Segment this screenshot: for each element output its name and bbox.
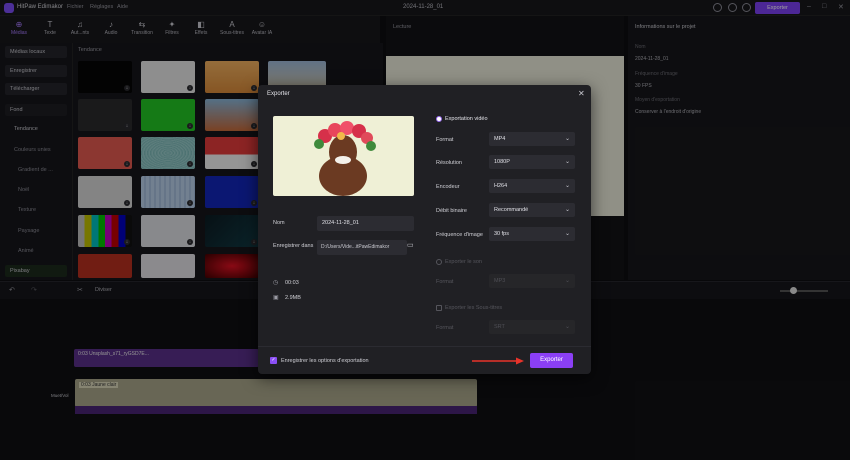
framerate-select[interactable]: 30 fps ⌄ <box>489 227 575 241</box>
chevron-down-icon: ⌄ <box>564 324 570 330</box>
dialog-left-column: Nom 2024-11-28_01 Enregistrer dans D:/Us… <box>266 107 424 345</box>
clock-icon: ◷ <box>273 280 279 286</box>
audio-format-select[interactable]: MP3 ⌄ <box>489 274 575 288</box>
dialog-right-column: Exportation vidéo Format MP4 ⌄ Résolution… <box>424 107 582 345</box>
annotation-arrow <box>472 357 524 365</box>
preview-thumbnail <box>273 116 414 196</box>
audio-format-label: Format <box>436 279 454 285</box>
save-options-checkbox[interactable]: ✓ <box>270 357 277 364</box>
subtitles-format-select[interactable]: SRT ⌄ <box>489 320 575 334</box>
chevron-down-icon: ⌄ <box>564 231 570 237</box>
save-path-input[interactable]: D:/Users/Vide...itPawEdimakor <box>317 240 407 255</box>
save-location-label: Enregistrer dans <box>273 243 314 249</box>
bitrate-label: Débit binaire <box>436 208 467 214</box>
audio-export-heading: Exporter le son <box>445 259 482 265</box>
subtitles-format-label: Format <box>436 325 454 331</box>
save-options-label: Enregistrer les options d'exportation <box>281 358 369 364</box>
chevron-down-icon: ⌄ <box>564 159 570 165</box>
dialog-title: Exporter <box>267 91 290 97</box>
export-button[interactable]: Exporter <box>530 353 573 368</box>
file-size-icon: ▣ <box>273 295 279 301</box>
chevron-down-icon: ⌄ <box>564 183 570 189</box>
resolution-label: Résolution <box>436 160 462 166</box>
subtitles-export-checkbox[interactable] <box>436 305 442 311</box>
name-input[interactable]: 2024-11-28_01 <box>317 216 414 231</box>
video-export-heading: Exportation vidéo <box>445 116 488 122</box>
audio-export-radio[interactable] <box>436 259 442 265</box>
video-export-radio[interactable] <box>436 116 442 122</box>
chevron-down-icon: ⌄ <box>564 278 570 284</box>
encoder-label: Encodeur <box>436 184 460 190</box>
format-label: Format <box>436 137 454 143</box>
bitrate-select[interactable]: Recommandé ⌄ <box>489 203 575 217</box>
format-select[interactable]: MP4 ⌄ <box>489 132 575 146</box>
export-dialog: Exporter ✕ Nom 2024-11-28_01 Enregistrer… <box>258 85 591 374</box>
framerate-label: Fréquence d'image <box>436 232 483 238</box>
close-icon[interactable]: ✕ <box>578 89 585 98</box>
folder-icon[interactable]: ▭ <box>407 241 414 249</box>
resolution-select[interactable]: 1080P ⌄ <box>489 155 575 169</box>
duration-value: 00:03 <box>285 280 299 286</box>
dialog-footer: ✓ Enregistrer les options d'exportation … <box>258 346 591 374</box>
chevron-down-icon: ⌄ <box>564 207 570 213</box>
name-label: Nom <box>273 220 285 226</box>
file-size-value: 2.9MB <box>285 295 301 301</box>
chevron-down-icon: ⌄ <box>564 136 570 142</box>
encoder-select[interactable]: H264 ⌄ <box>489 179 575 193</box>
subtitles-export-heading: Exporter les Sous-titres <box>445 305 503 311</box>
